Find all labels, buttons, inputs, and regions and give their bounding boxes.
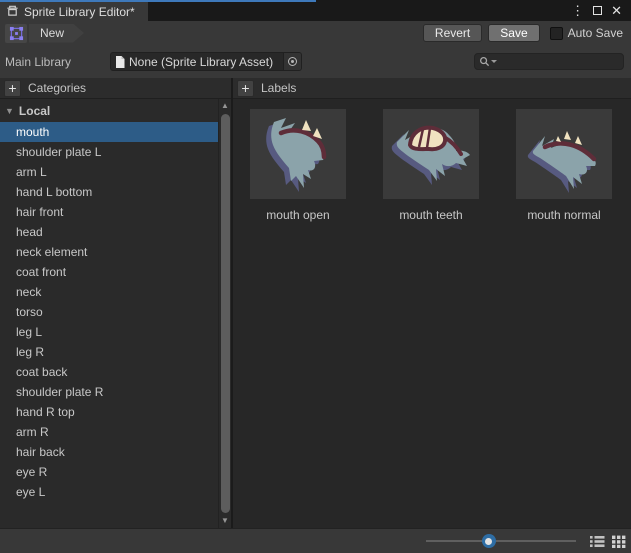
label-name: mouth open (250, 208, 346, 222)
thumbnail-size-slider[interactable] (426, 540, 576, 542)
category-item-hand-L-bottom[interactable]: hand L bottom (0, 182, 218, 202)
object-picker-button[interactable] (283, 53, 301, 70)
asset-file-icon (115, 56, 125, 68)
scroll-down-icon[interactable]: ▼ (221, 516, 229, 526)
tab-bar: Sprite Library Editor* ⋮ ✕ (0, 0, 631, 21)
category-item-shoulder-plate-R[interactable]: shoulder plate R (0, 382, 218, 402)
main-library-label: Main Library (5, 55, 110, 69)
auto-save-checkbox[interactable] (550, 27, 563, 40)
add-label-button[interactable]: + (237, 80, 254, 97)
category-item-shoulder-plate-L[interactable]: shoulder plate L (0, 142, 218, 162)
category-item-leg-L[interactable]: leg L (0, 322, 218, 342)
revert-button-label: Revert (435, 26, 470, 40)
breadcrumb-new[interactable]: New (29, 24, 84, 43)
sprite-thumbnail-open[interactable] (250, 109, 346, 199)
bottom-bar (0, 528, 631, 553)
local-foldout[interactable]: ▼ Local (0, 99, 218, 122)
scrollbar-thumb[interactable] (221, 114, 230, 513)
object-field-value: None (Sprite Library Asset) (129, 55, 283, 69)
main-library-object-field[interactable]: None (Sprite Library Asset) (110, 52, 302, 71)
label-item-mouth-teeth[interactable]: mouth teeth (383, 109, 479, 222)
sprite-thumbnail-teeth[interactable] (383, 109, 479, 199)
main-content: + Categories ▼ Local mouthshoulder plate… (0, 78, 631, 528)
category-item-hair-back[interactable]: hair back (0, 442, 218, 462)
save-button[interactable]: Save (488, 24, 539, 42)
categories-body: ▼ Local mouthshoulder plate Larm Lhand L… (0, 99, 231, 528)
sprite-library-asset-icon (5, 24, 27, 43)
save-button-label: Save (500, 26, 527, 40)
category-item-hand-R-top[interactable]: hand R top (0, 402, 218, 422)
scroll-up-icon[interactable]: ▲ (221, 101, 229, 111)
category-item-torso[interactable]: torso (0, 302, 218, 322)
category-item-coat-back[interactable]: coat back (0, 362, 218, 382)
auto-save-label: Auto Save (568, 26, 623, 40)
search-icon (479, 56, 490, 67)
categories-panel: + Categories ▼ Local mouthshoulder plate… (0, 78, 233, 528)
foldout-triangle-icon: ▼ (5, 106, 14, 116)
grid-view-icon[interactable] (612, 535, 626, 548)
revert-button[interactable]: Revert (423, 24, 482, 42)
labels-grid: mouth open mouth teeth mouth normal (233, 99, 631, 528)
category-item-leg-R[interactable]: leg R (0, 342, 218, 362)
tab-sprite-library-editor[interactable]: Sprite Library Editor* (0, 0, 148, 21)
category-item-head[interactable]: head (0, 222, 218, 242)
category-item-hair-front[interactable]: hair front (0, 202, 218, 222)
labels-title: Labels (261, 81, 296, 95)
tab-title: Sprite Library Editor* (24, 5, 135, 19)
search-input[interactable] (497, 54, 619, 70)
sprite-library-editor-window: Sprite Library Editor* ⋮ ✕ New Revert (0, 0, 631, 553)
label-item-mouth-normal[interactable]: mouth normal (516, 109, 612, 222)
category-item-coat-front[interactable]: coat front (0, 262, 218, 282)
labels-panel: + Labels mouth open mouth teeth mouth norm… (233, 78, 631, 528)
main-library-row: Main Library None (Sprite Library Asset) (0, 45, 631, 78)
breadcrumb-label: New (40, 26, 64, 40)
category-item-eye-R[interactable]: eye R (0, 462, 218, 482)
category-item-eye-L[interactable]: eye L (0, 482, 218, 502)
maximize-icon[interactable] (593, 6, 602, 15)
view-mode-buttons (590, 535, 626, 548)
label-name: mouth teeth (383, 208, 479, 222)
toolbar: New Revert Save Auto Save (0, 21, 631, 45)
category-item-mouth[interactable]: mouth (0, 122, 218, 142)
label-name: mouth normal (516, 208, 612, 222)
add-category-button[interactable]: + (4, 80, 21, 97)
window-controls: ⋮ ✕ (571, 0, 631, 21)
category-item-neck-element[interactable]: neck element (0, 242, 218, 262)
categories-list: ▼ Local mouthshoulder plate Larm Lhand L… (0, 99, 218, 528)
toolbar-actions: Revert Save Auto Save (417, 24, 626, 42)
menu-icon[interactable]: ⋮ (571, 4, 584, 17)
sprite-library-icon (6, 4, 19, 20)
thumbnail-size-slider-thumb[interactable] (482, 534, 496, 548)
label-item-mouth-open[interactable]: mouth open (250, 109, 346, 222)
category-item-neck[interactable]: neck (0, 282, 218, 302)
close-icon[interactable]: ✕ (611, 4, 622, 17)
category-item-arm-L[interactable]: arm L (0, 162, 218, 182)
sprite-thumbnail-normal[interactable] (516, 109, 612, 199)
categories-title: Categories (28, 81, 86, 95)
categories-header: + Categories (0, 78, 231, 99)
list-view-icon[interactable] (590, 535, 605, 548)
search-field[interactable] (474, 53, 624, 70)
labels-header: + Labels (233, 78, 631, 99)
object-picker-icon (288, 57, 297, 66)
category-item-arm-R[interactable]: arm R (0, 422, 218, 442)
categories-scrollbar[interactable]: ▲ ▼ (218, 99, 231, 528)
local-foldout-label: Local (19, 104, 50, 118)
